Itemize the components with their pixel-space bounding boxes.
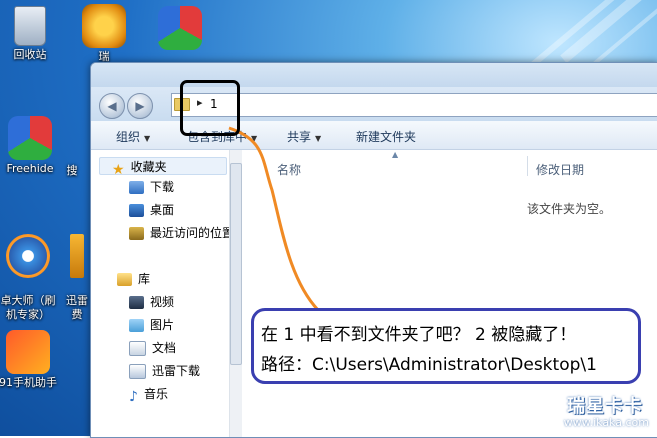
nav-item-label: 音乐 xyxy=(143,387,168,401)
dropdown-arrow-icon: ▼ xyxy=(315,134,322,143)
xunlei-desktop-icon[interactable]: 迅雷 费 xyxy=(60,220,94,322)
nav-scrollbar-thumb[interactable] xyxy=(230,163,242,365)
star-icon: ★ xyxy=(112,162,125,178)
cube-icon xyxy=(158,6,202,50)
navigation-pane: ★ 收藏夹 下载 桌面 最近访问的位置 库 视频 图片 文档 迅雷下载 ♪ 音乐 xyxy=(91,150,242,437)
nav-item-label: 库 xyxy=(138,272,151,286)
nav-item-label: 最近访问的位置 xyxy=(150,226,235,240)
back-arrow-icon: ◀ xyxy=(107,99,117,113)
lion-icon xyxy=(82,4,126,48)
nav-item-recent-places[interactable]: 最近访问的位置 xyxy=(129,224,234,242)
nav-item-label: 迅雷下载 xyxy=(152,364,201,378)
nav-item-label: 下载 xyxy=(150,180,175,194)
forward-arrow-icon: ▶ xyxy=(135,99,145,113)
desktop-icon-label: 回收站 xyxy=(13,48,47,61)
desktop-icon-label: 迅雷 费 xyxy=(66,294,88,321)
nav-item-documents[interactable]: 文档 xyxy=(129,339,176,357)
zhuodashi-icon xyxy=(6,234,50,278)
dropdown-arrow-icon: ▼ xyxy=(251,134,258,143)
dropdown-arrow-icon: ▼ xyxy=(144,134,151,143)
nav-item-favorites[interactable]: ★ 收藏夹 xyxy=(99,157,227,178)
app-desktop-icon[interactable] xyxy=(140,6,220,52)
annotation-callout: 在 1 中看不到文件夹了吧？ 2 被隐藏了！ 路径：C:\Users\Admin… xyxy=(251,308,641,384)
callout-line-1: 在 1 中看不到文件夹了吧？ 2 被隐藏了！ xyxy=(261,325,577,345)
xunlei-icon xyxy=(70,234,84,278)
desktop-icon-label: 91手机助手 xyxy=(0,376,57,389)
column-separator[interactable] xyxy=(527,156,528,176)
column-header-date[interactable]: 修改日期 xyxy=(536,161,584,178)
watermark: 瑞星卡卡 www.ikaka.com xyxy=(520,392,657,436)
nav-item-downloads[interactable]: 下载 xyxy=(129,178,174,196)
rising-desktop-icon[interactable]: 瑞 xyxy=(64,4,144,64)
watermark-brand: 瑞星卡卡 xyxy=(567,396,643,417)
desktop-icon-label: 卓大师（刷 机专家） xyxy=(0,294,56,321)
nav-item-videos[interactable]: 视频 xyxy=(129,293,174,311)
share-button[interactable]: 共享 ▼ xyxy=(287,128,321,145)
desktop-icon-label: Freehide xyxy=(6,162,54,175)
91-assistant-desktop-icon[interactable]: 91手机助手 xyxy=(0,330,68,390)
nav-item-label: 收藏夹 xyxy=(130,160,167,174)
video-icon xyxy=(129,296,144,309)
title-bar[interactable] xyxy=(91,63,657,87)
nav-item-desktop[interactable]: 桌面 xyxy=(129,201,174,219)
document-icon xyxy=(129,341,146,356)
library-icon xyxy=(117,273,132,286)
organize-label: 组织 xyxy=(116,130,141,144)
new-folder-label: 新建文件夹 xyxy=(356,130,417,144)
forward-button[interactable]: ▶ xyxy=(127,93,153,119)
empty-folder-message: 该文件夹为空。 xyxy=(527,202,612,216)
nav-item-xunlei-downloads[interactable]: 迅雷下载 xyxy=(129,362,200,380)
callout-line-2: 路径：C:\Users\Administrator\Desktop\1 xyxy=(261,355,597,375)
freehide-cube-icon xyxy=(8,116,52,160)
picture-icon xyxy=(129,319,144,332)
recycle-bin-icon xyxy=(14,6,46,46)
new-folder-button[interactable]: 新建文件夹 xyxy=(356,128,416,145)
nav-item-label: 桌面 xyxy=(150,203,175,217)
recycle-bin-desktop-icon[interactable]: 回收站 xyxy=(0,6,70,62)
organize-button[interactable]: 组织 ▼ xyxy=(116,128,150,145)
address-bar[interactable]: ▸ 1 xyxy=(171,93,657,117)
nav-item-libraries[interactable]: 库 xyxy=(117,270,150,288)
music-note-icon: ♪ xyxy=(129,389,138,405)
command-toolbar: 组织 ▼ 包含到库中 ▼ 共享 ▼ 新建文件夹 xyxy=(91,121,657,150)
navigation-bar: ◀ ▶ ▸ 1 xyxy=(91,87,657,121)
download-icon xyxy=(129,181,144,194)
watermark-url: www.ikaka.com xyxy=(563,416,649,429)
column-header-name[interactable]: 名称 xyxy=(277,161,301,178)
share-label: 共享 xyxy=(287,130,312,144)
nav-item-label: 视频 xyxy=(150,295,175,309)
xunlei-folder-icon xyxy=(129,364,146,379)
91-assistant-icon xyxy=(6,330,50,374)
nav-item-label: 文档 xyxy=(152,341,177,355)
search-desktop-icon[interactable]: 搜 xyxy=(52,164,92,178)
address-highlight-box xyxy=(180,80,240,136)
back-button[interactable]: ◀ xyxy=(99,93,125,119)
desktop-icon xyxy=(129,204,144,217)
recent-places-icon xyxy=(129,227,144,240)
nav-item-label: 图片 xyxy=(150,318,175,332)
desktop-icon-label: 搜 xyxy=(66,164,78,177)
zhuodashi-desktop-icon[interactable]: 卓大师（刷 机专家） xyxy=(0,220,68,322)
nav-item-music[interactable]: ♪ 音乐 xyxy=(129,385,168,405)
sort-caret-icon: ▲ xyxy=(392,150,399,159)
nav-item-pictures[interactable]: 图片 xyxy=(129,316,174,334)
